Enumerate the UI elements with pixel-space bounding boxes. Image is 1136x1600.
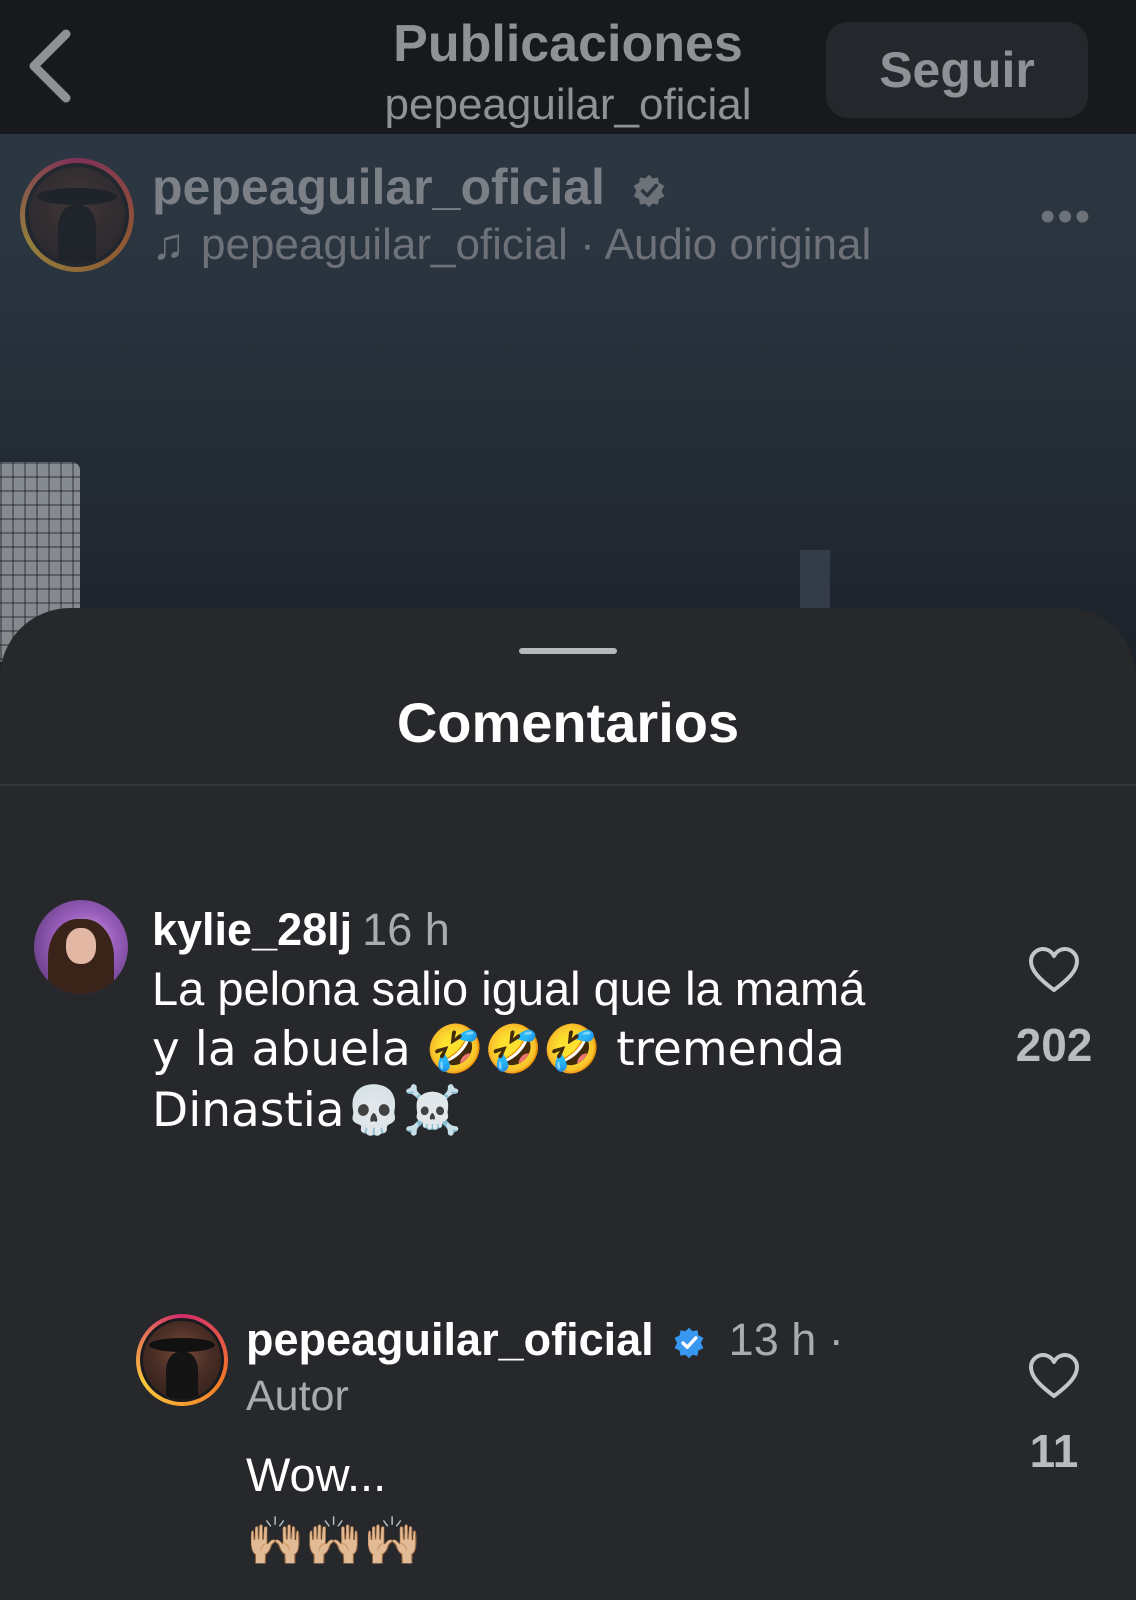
more-horizontal-icon: ••• bbox=[1040, 192, 1093, 241]
background-tower bbox=[800, 550, 830, 610]
verified-badge-icon bbox=[633, 174, 665, 207]
heart-outline-icon[interactable] bbox=[1028, 1352, 1080, 1400]
top-nav-bar: Publicaciones pepeaguilar_oficial Seguir bbox=[0, 0, 1136, 134]
more-options-button[interactable]: ••• bbox=[1040, 192, 1092, 242]
reply-author-avatar[interactable] bbox=[136, 1314, 228, 1406]
music-note-icon: ♫ bbox=[152, 220, 185, 269]
reply-text: Wow... 🙌🏼🙌🏼🙌🏼 bbox=[246, 1444, 946, 1572]
reply-time: 13 h · bbox=[728, 1314, 844, 1365]
audio-label: pepeaguilar_oficial · Audio original bbox=[201, 220, 872, 269]
reply-item: pepeaguilar_oficial 13 h · Autor Wow... … bbox=[0, 608, 1136, 1600]
comments-sheet: Comentarios kylie_28lj 16 h La pelona sal… bbox=[0, 608, 1136, 1600]
post-author-username[interactable]: pepeaguilar_oficial bbox=[152, 158, 667, 216]
post-username-text: pepeaguilar_oficial bbox=[152, 159, 605, 215]
post-audio-link[interactable]: ♫ pepeaguilar_oficial · Audio original bbox=[152, 220, 871, 270]
post-author-avatar[interactable] bbox=[20, 158, 134, 272]
post-header: pepeaguilar_oficial ♫ pepeaguilar_oficial… bbox=[20, 158, 1120, 278]
reply-text-line: Wow... bbox=[246, 1448, 387, 1501]
reply-username[interactable]: pepeaguilar_oficial bbox=[246, 1314, 654, 1365]
app-root: Publicaciones pepeaguilar_oficial Seguir… bbox=[0, 0, 1136, 1600]
author-label: Autor bbox=[246, 1372, 349, 1420]
verified-badge-icon bbox=[674, 1327, 704, 1359]
reply-text-line: 🙌🏼🙌🏼🙌🏼 bbox=[246, 1514, 422, 1569]
follow-button[interactable]: Seguir bbox=[826, 22, 1088, 118]
reply-header: pepeaguilar_oficial 13 h · bbox=[246, 1314, 844, 1366]
reply-like-count: 11 bbox=[1029, 1425, 1079, 1477]
